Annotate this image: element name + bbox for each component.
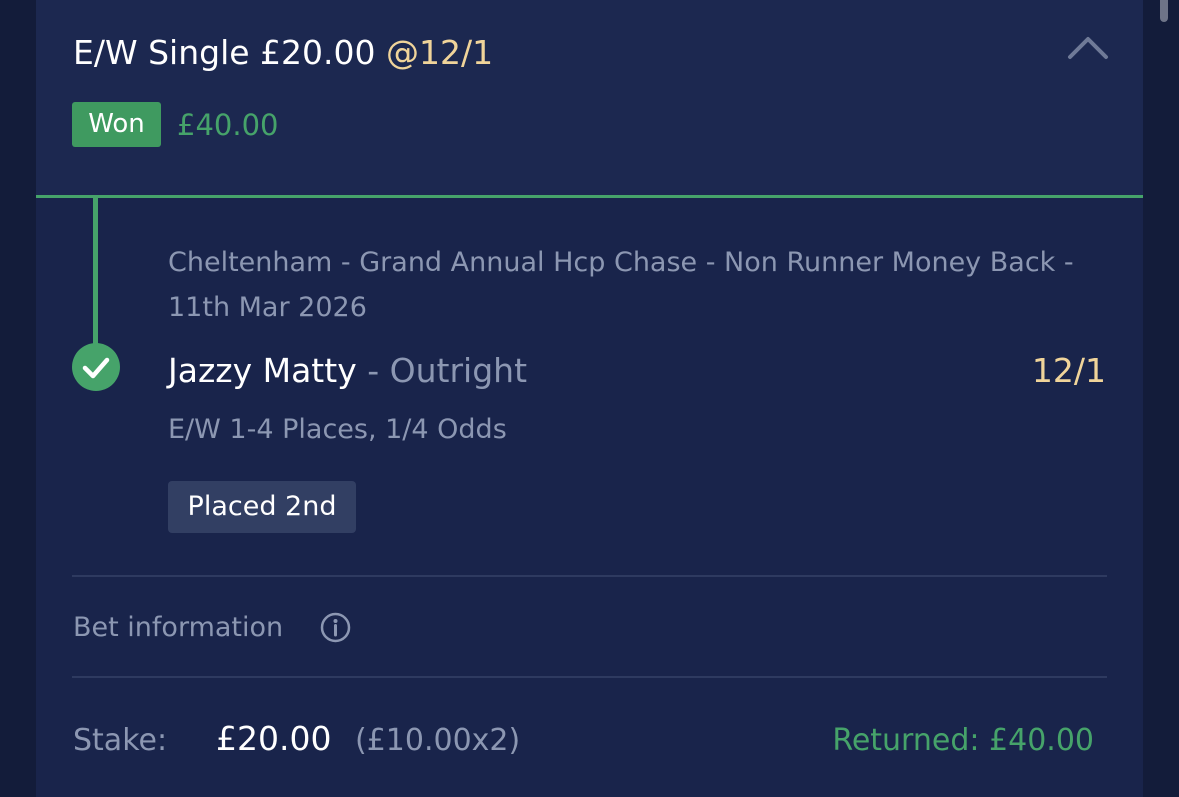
bet-history-screen: E/W Single £20.00 @12/1 Won £40.00 Chelt… xyxy=(0,0,1179,797)
bet-title-odds: @12/1 xyxy=(386,33,494,72)
each-way-terms: E/W 1-4 Places, 1/4 Odds xyxy=(168,414,507,445)
chevron-up-icon xyxy=(1068,37,1108,59)
returned-amount: Returned: £40.00 xyxy=(832,723,1094,758)
selection-odds: 12/1 xyxy=(1031,351,1106,390)
stake-label: Stake: xyxy=(73,723,168,758)
bet-status-badge: Won xyxy=(72,102,161,147)
check-circle-icon xyxy=(72,343,120,391)
selection-row: Jazzy Matty - Outright xyxy=(168,347,527,395)
divider xyxy=(72,575,1107,577)
timeline-line xyxy=(93,196,98,346)
bet-title: E/W Single £20.00 @12/1 xyxy=(73,30,493,76)
bet-card: E/W Single £20.00 @12/1 Won £40.00 Chelt… xyxy=(36,0,1143,797)
header-divider xyxy=(36,195,1143,198)
selection-separator: - xyxy=(367,351,380,390)
scrollbar-thumb[interactable] xyxy=(1160,0,1168,22)
result-badge: Placed 2nd xyxy=(168,481,356,533)
selection-market: Outright xyxy=(389,351,528,390)
bet-card-header[interactable]: E/W Single £20.00 @12/1 Won £40.00 xyxy=(36,0,1143,196)
bet-information-label[interactable]: Bet information xyxy=(73,608,283,648)
stake-breakdown: (£10.00x2) xyxy=(355,723,521,758)
stake-value: £20.00 xyxy=(216,719,332,758)
won-amount: £40.00 xyxy=(177,108,279,142)
selection-name: Jazzy Matty xyxy=(168,351,357,390)
collapse-button[interactable] xyxy=(1066,30,1110,64)
bet-type-stake: E/W Single £20.00 xyxy=(73,33,376,72)
divider xyxy=(72,676,1107,678)
event-description: Cheltenham - Grand Annual Hcp Chase - No… xyxy=(168,247,1074,323)
info-icon[interactable] xyxy=(320,612,351,643)
